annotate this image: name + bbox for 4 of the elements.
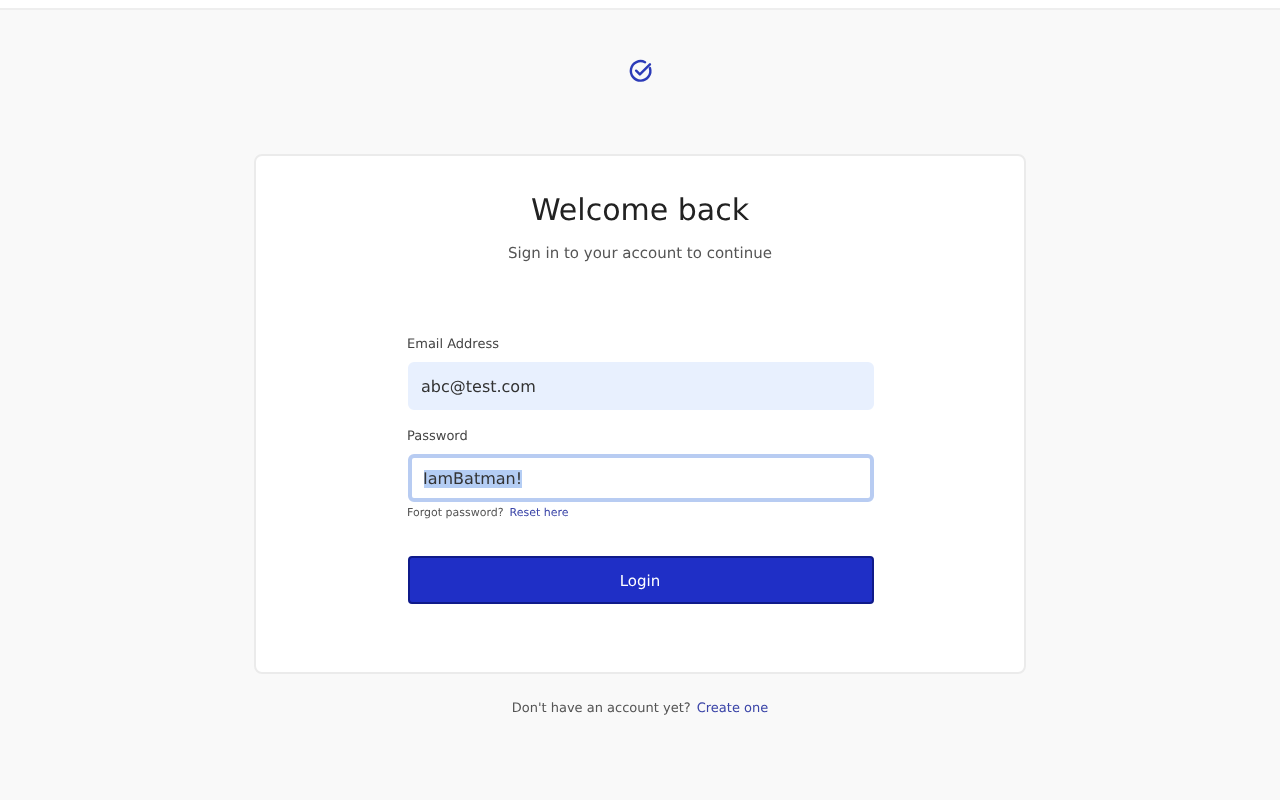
title: Welcome back	[530, 192, 750, 228]
check-circle-icon	[627, 58, 653, 84]
input-field[interactable]: abc@test.com	[407, 362, 873, 410]
input-field[interactable]: IamBatman!	[407, 454, 873, 502]
